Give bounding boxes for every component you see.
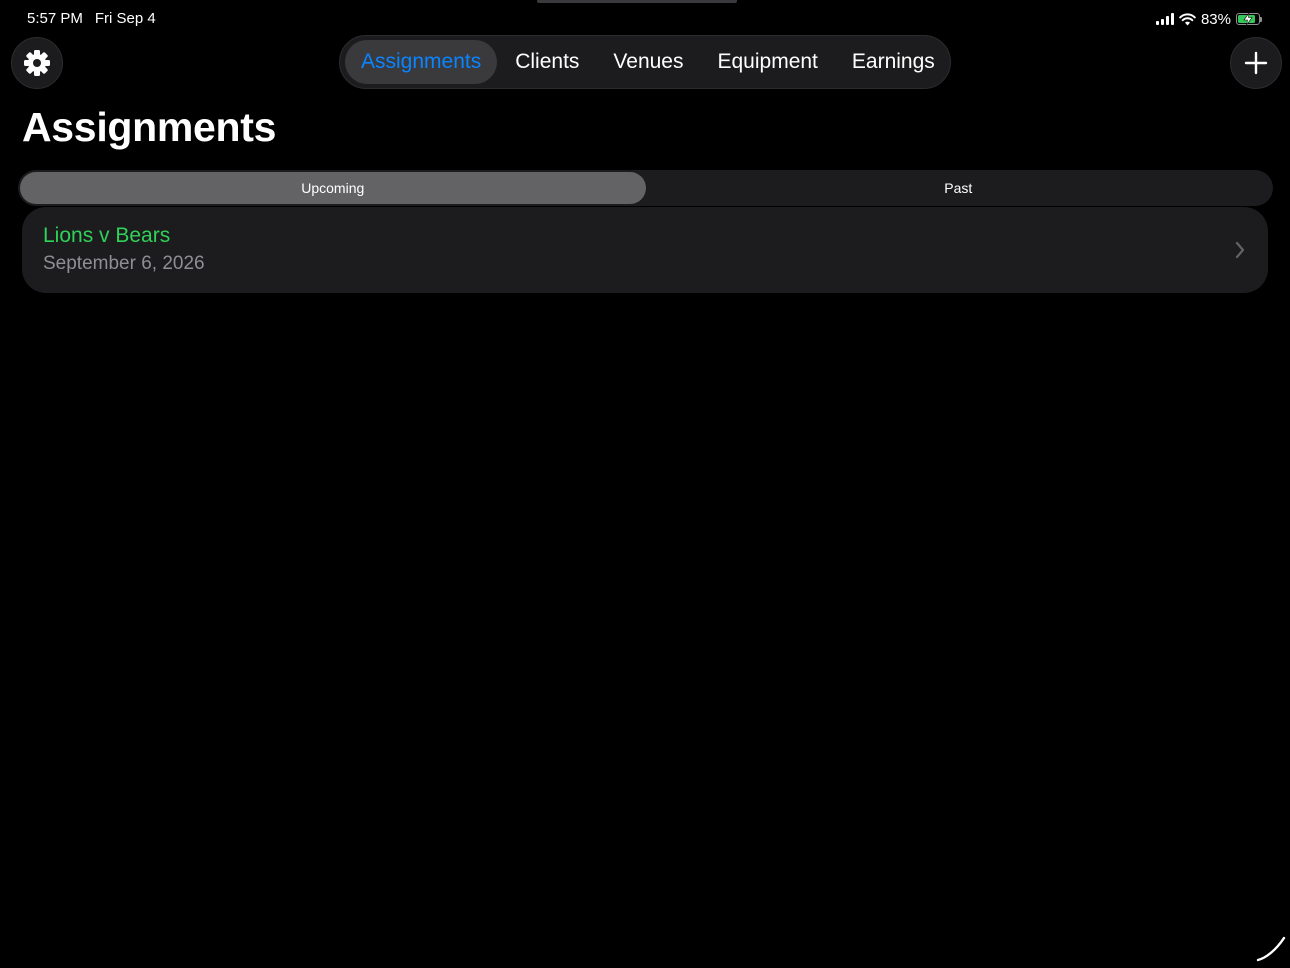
assignment-title: Lions v Bears [43, 224, 171, 247]
plus-icon [1244, 51, 1268, 75]
battery-charging-icon [1236, 13, 1262, 25]
wifi-icon [1179, 12, 1196, 25]
status-bar-left: 5:57 PM Fri Sep 4 [27, 10, 156, 28]
tab-equipment[interactable]: Equipment [702, 40, 834, 84]
list-item[interactable]: Lions v Bears September 6, 2026 [22, 207, 1268, 293]
main-tab-bar: Assignments Clients Venues Equipment Ear… [339, 35, 951, 89]
tab-venues[interactable]: Venues [597, 40, 699, 84]
battery-percent: 83% [1200, 10, 1231, 28]
gear-icon [24, 50, 50, 76]
status-bar-right: 83% [1155, 10, 1262, 28]
home-indicator [537, 0, 737, 3]
tab-assignments[interactable]: Assignments [345, 40, 498, 84]
segment-upcoming[interactable]: Upcoming [20, 172, 646, 204]
pencil-cursor-icon [1256, 936, 1286, 962]
assignment-date: September 6, 2026 [43, 253, 205, 274]
add-button[interactable] [1230, 37, 1282, 89]
status-time: 5:57 PM [27, 10, 83, 27]
status-date: Fri Sep 4 [94, 10, 156, 27]
tab-earnings[interactable]: Earnings [836, 40, 951, 84]
cellular-signal-icon [1155, 13, 1174, 25]
chevron-right-icon [1235, 241, 1245, 259]
settings-button[interactable] [11, 37, 63, 89]
tab-clients[interactable]: Clients [499, 40, 595, 84]
upcoming-past-segmented-control: Upcoming Past [18, 170, 1273, 206]
segment-past[interactable]: Past [646, 172, 1272, 204]
page-title: Assignments [22, 104, 277, 150]
